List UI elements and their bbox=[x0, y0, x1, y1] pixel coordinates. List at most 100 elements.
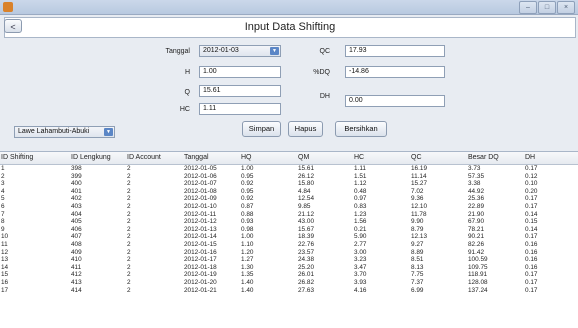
table-row[interactable]: 10 407 2 2012-01-14 1.00 18.39 5.90 12.13 90.21 0… bbox=[0, 233, 578, 241]
dq-label: %DQ bbox=[313, 69, 330, 76]
table-row[interactable]: 15 412 2 2012-01-19 1.35 26.01 3.70 7.75 118.91 0… bbox=[0, 271, 578, 279]
table-cell: 402 bbox=[71, 195, 82, 203]
table-cell: 2 bbox=[127, 271, 131, 279]
table-row[interactable]: 11 408 2 2012-01-15 1.10 22.76 2.77 9.27 82.26 0.… bbox=[0, 241, 578, 249]
table-cell: 2012-01-14 bbox=[184, 233, 217, 241]
hc-label: HC bbox=[179, 106, 190, 113]
table-cell: 0.14 bbox=[525, 225, 538, 233]
minimize-button[interactable]: – bbox=[519, 1, 537, 14]
column-header[interactable]: QM bbox=[298, 152, 309, 164]
qc-input[interactable]: 17.93 bbox=[345, 45, 445, 57]
table-cell: 7.37 bbox=[411, 279, 424, 286]
table-row[interactable]: 16 413 2 2012-01-20 1.40 26.82 3.93 7.37 128.08 0… bbox=[0, 279, 578, 287]
table-cell: 7 bbox=[1, 210, 5, 218]
column-header[interactable]: QC bbox=[411, 152, 422, 164]
tanggal-label: Tanggal bbox=[165, 48, 190, 55]
table-cell: 414 bbox=[71, 286, 82, 294]
table-row[interactable]: 1 398 2 2012-01-05 1.00 15.61 1.11 16.19 3.73 0.1… bbox=[0, 165, 578, 173]
window-controls: – □ × bbox=[519, 1, 575, 14]
table-row[interactable]: 4 401 2 2012-01-08 0.95 4.84 0.48 7.02 44.92 0.20 bbox=[0, 188, 578, 196]
table-cell: 406 bbox=[71, 225, 82, 233]
table-row[interactable]: 7 404 2 2012-01-11 0.88 21.12 1.23 11.78 21.90 0.… bbox=[0, 211, 578, 219]
table-cell: 3.38 bbox=[468, 180, 481, 188]
table-row[interactable]: 6 403 2 2012-01-10 0.87 9.85 0.83 12.10 22.89 0.1… bbox=[0, 203, 578, 211]
q-input[interactable]: 15.61 bbox=[199, 85, 281, 97]
column-header[interactable]: ID Lengkung bbox=[71, 152, 111, 164]
table-cell: 67.90 bbox=[468, 218, 484, 226]
table-cell: 3.47 bbox=[354, 263, 367, 271]
station-select[interactable]: Lawe Lahambuti-Abuki ▼ bbox=[14, 126, 115, 138]
column-header[interactable]: DH bbox=[525, 152, 535, 164]
table-row[interactable]: 12 409 2 2012-01-16 1.20 23.57 3.00 8.89 91.42 0.… bbox=[0, 249, 578, 257]
table-row[interactable]: 17 414 2 2012-01-21 1.40 27.63 4.16 6.99 137.24 0… bbox=[0, 287, 578, 295]
column-header[interactable]: ID Account bbox=[127, 152, 161, 164]
column-header[interactable]: Besar DQ bbox=[468, 152, 499, 164]
calendar-dropdown-icon[interactable]: ▼ bbox=[270, 47, 279, 55]
table-cell: 1.51 bbox=[354, 172, 367, 180]
hc-input[interactable]: 1.11 bbox=[199, 103, 281, 115]
table-cell: 0.21 bbox=[354, 225, 367, 233]
table-cell: 409 bbox=[71, 248, 82, 256]
table-cell: 2 bbox=[127, 225, 131, 233]
dh-input[interactable]: 0.00 bbox=[345, 95, 445, 107]
table-cell: 1.40 bbox=[241, 286, 254, 294]
table-cell: 411 bbox=[71, 263, 82, 271]
table-cell: 404 bbox=[71, 210, 82, 218]
table-cell: 8.51 bbox=[411, 256, 424, 264]
column-header[interactable]: HC bbox=[354, 152, 364, 164]
back-button[interactable]: < bbox=[4, 19, 22, 33]
table-cell: 2012-01-05 bbox=[184, 165, 217, 172]
close-button[interactable]: × bbox=[557, 1, 575, 14]
table-cell: 2 bbox=[127, 210, 131, 218]
table-cell: 21.90 bbox=[468, 210, 484, 218]
table-cell: 118.91 bbox=[468, 271, 488, 279]
table-row[interactable]: 14 411 2 2012-01-18 1.30 25.20 3.47 8.13 109.75 0… bbox=[0, 264, 578, 272]
column-header[interactable]: HQ bbox=[241, 152, 252, 164]
table-cell: 1.30 bbox=[241, 263, 254, 271]
table-cell: 12.54 bbox=[298, 195, 314, 203]
table-cell: 15.67 bbox=[298, 225, 314, 233]
table-cell: 7.75 bbox=[411, 271, 424, 279]
column-header[interactable]: Tanggal bbox=[184, 152, 209, 164]
table-cell: 15 bbox=[1, 271, 9, 279]
table-cell: 12.10 bbox=[411, 203, 427, 210]
bersihkan-button[interactable]: Bersihkan bbox=[335, 121, 387, 137]
h-input[interactable]: 1.00 bbox=[199, 66, 281, 78]
table-row[interactable]: 9 406 2 2012-01-13 0.98 15.67 0.21 8.79 78.21 0.1… bbox=[0, 226, 578, 234]
table-cell: 13 bbox=[1, 256, 9, 264]
tanggal-date-picker[interactable]: 2012-01-03 ▼ bbox=[199, 45, 281, 57]
table-cell: 0.17 bbox=[525, 233, 538, 241]
table-cell: 82.26 bbox=[468, 241, 484, 248]
table-row[interactable]: 2 399 2 2012-01-06 0.95 26.12 1.51 11.14 57.35 0.… bbox=[0, 173, 578, 181]
table-row[interactable]: 5 402 2 2012-01-09 0.92 12.54 0.97 9.36 25.36 0.1… bbox=[0, 195, 578, 203]
table-cell: 24.38 bbox=[298, 256, 314, 264]
table-cell: 405 bbox=[71, 218, 82, 226]
shifting-table[interactable]: ID Shifting ID Lengkung ID Account Tanggal H… bbox=[0, 151, 578, 328]
table-cell: 7.02 bbox=[411, 187, 424, 195]
table-cell: 44.92 bbox=[468, 187, 484, 195]
table-cell: 1.20 bbox=[241, 248, 254, 256]
table-cell: 407 bbox=[71, 233, 82, 241]
maximize-button[interactable]: □ bbox=[538, 1, 556, 14]
table-cell: 2012-01-08 bbox=[184, 187, 217, 195]
app-icon bbox=[3, 2, 13, 12]
hapus-button[interactable]: Hapus bbox=[288, 121, 323, 137]
table-cell: 0.93 bbox=[241, 218, 254, 226]
table-cell: 109.75 bbox=[468, 263, 488, 271]
table-cell: 1.27 bbox=[241, 256, 254, 264]
dq-input[interactable]: -14.86 bbox=[345, 66, 445, 78]
table-row[interactable]: 3 400 2 2012-01-07 0.92 15.80 1.12 15.27 3.38 0.1… bbox=[0, 180, 578, 188]
column-header[interactable]: ID Shifting bbox=[1, 152, 33, 164]
table-cell: 90.21 bbox=[468, 233, 484, 241]
table-cell: 8.89 bbox=[411, 248, 424, 256]
table-cell: 11.78 bbox=[411, 210, 427, 218]
table-cell: 0.16 bbox=[525, 256, 538, 264]
table-row[interactable]: 8 405 2 2012-01-12 0.93 43.00 1.56 9.90 67.90 0.1… bbox=[0, 218, 578, 226]
table-cell: 2012-01-20 bbox=[184, 279, 217, 286]
simpan-button[interactable]: Simpan bbox=[242, 121, 281, 137]
table-cell: 0.87 bbox=[241, 203, 254, 210]
table-row[interactable]: 13 410 2 2012-01-17 1.27 24.38 3.23 8.51 100.59 0… bbox=[0, 256, 578, 264]
table-cell: 3 bbox=[1, 180, 5, 188]
table-cell: 9.85 bbox=[298, 203, 311, 210]
table-cell: 410 bbox=[71, 256, 82, 264]
